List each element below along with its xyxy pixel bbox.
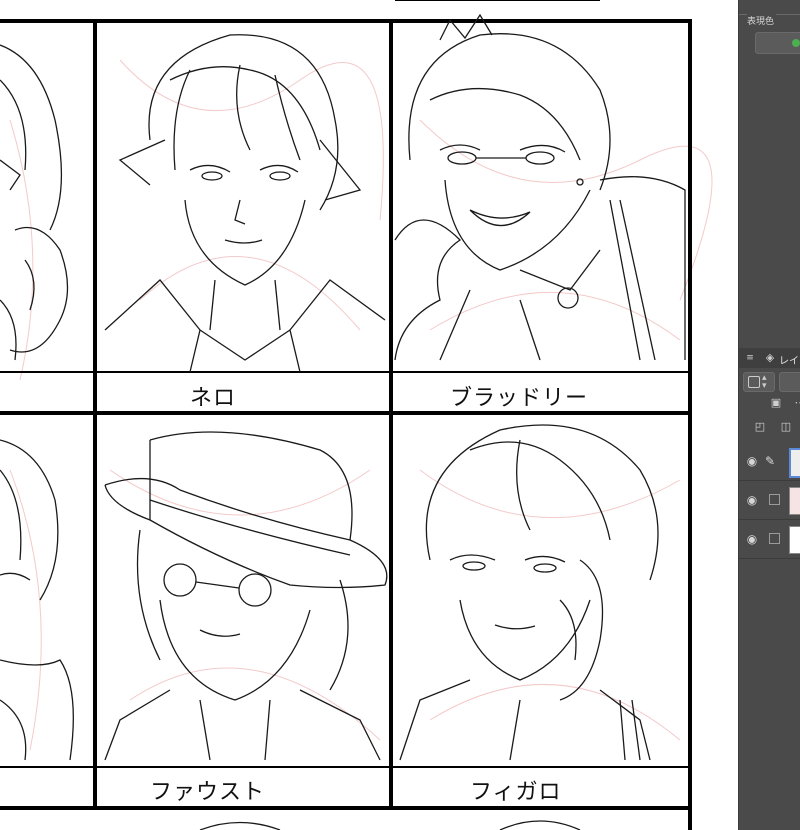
blend-mode-dropdown[interactable]: ▴ ▾	[743, 372, 775, 392]
layer-thumbnail	[789, 448, 800, 478]
name-label-bradley: ブラッドリー	[450, 386, 589, 411]
opacity-field[interactable]	[779, 372, 800, 392]
layer-thumbnail	[789, 526, 800, 554]
portrait-left-top	[0, 44, 69, 361]
name-label-faust: ファウスト	[150, 780, 266, 805]
layers-icon[interactable]: ◈	[763, 351, 777, 365]
new-layer-icon[interactable]: ◰	[753, 420, 767, 434]
layer-row-draft[interactable]: ◉	[739, 481, 800, 520]
side-panel: 表現色 ≡ ◈ レイ ▴▾ ▣ ⋯ ◰ ◫ ◉ ✎ ◉ ◉	[738, 0, 800, 830]
layers-tab-bar: ≡ ◈ レイ	[739, 348, 800, 369]
color-mode-dropdown[interactable]	[755, 32, 800, 54]
eye-icon[interactable]: ◉	[745, 493, 759, 507]
name-label-figaro: フィガロ	[470, 780, 562, 805]
more-icon[interactable]: ⋯	[793, 396, 800, 410]
tab-layers[interactable]: レイ	[779, 352, 799, 367]
color-status-dot	[792, 39, 800, 47]
drawing-canvas[interactable]: ネロ ブラッドリー ファウスト フィガロ	[0, 0, 738, 830]
line-art-sheet	[0, 0, 713, 830]
new-folder-icon[interactable]: ◫	[779, 420, 793, 434]
name-label-nero: ネロ	[190, 386, 237, 411]
layer-toolbar: ▴ ▾	[739, 368, 800, 398]
layer-checkbox[interactable]	[769, 494, 780, 505]
layer-thumbnail	[789, 487, 800, 515]
eye-icon[interactable]: ◉	[745, 532, 759, 546]
square-icon	[748, 376, 760, 388]
color-header: 表現色	[747, 14, 777, 27]
updown-chevron-icon: ▴ ▾	[762, 373, 767, 391]
layer-row-paper[interactable]: ◉	[739, 520, 800, 559]
layer-row-sketch[interactable]: ◉ ✎	[739, 442, 800, 481]
reference-layer-icon[interactable]: ▣	[769, 396, 783, 410]
portrait-figaro	[399, 424, 659, 761]
layer-checkbox[interactable]	[769, 533, 780, 544]
hamburger-icon[interactable]: ≡	[743, 351, 757, 365]
pencil-icon: ✎	[765, 454, 776, 468]
portrait-bradley	[394, 13, 686, 361]
eye-icon[interactable]: ◉	[745, 454, 759, 468]
